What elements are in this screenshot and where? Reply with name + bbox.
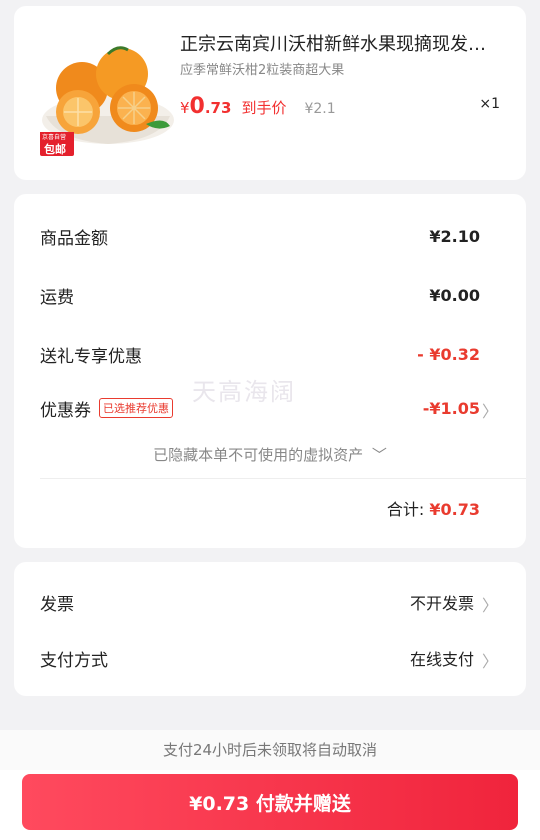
payment-method-value: 在线支付 (409, 650, 474, 669)
amount-card: 天高海阔 商品金额 ¥2.10 运费 ¥0.00 送礼专享优惠 - ¥0.32 … (14, 194, 526, 548)
image-badge-bottom: 包邮 (44, 143, 66, 156)
goods-amount-value: ¥2.10 (429, 226, 480, 246)
goods-amount-label: 商品金额 (40, 228, 108, 249)
gift-discount-row: 送礼专享优惠 - ¥0.32 (40, 340, 480, 368)
shipping-label: 运费 (40, 287, 74, 308)
goods-amount-row: 商品金额 ¥2.10 (40, 222, 480, 250)
coupon-value: -¥1.05 (422, 398, 480, 418)
pay-and-gift-button[interactable]: ¥0.73 付款并赠送 (22, 774, 518, 830)
price-decimal: .73 (204, 99, 232, 117)
quantity: ×1 (479, 96, 500, 112)
payment-chevron-right-icon[interactable]: 〉 (482, 648, 498, 672)
checkout-bar: 支付24小时后未领取将自动取消 ¥0.73 付款并赠送 (0, 730, 540, 840)
auto-cancel-notice: 支付24小时后未领取将自动取消 (0, 730, 540, 770)
product-card[interactable]: 京喜自营 包邮 正宗云南宾川沃柑新鲜水果现摘现发… 应季常鲜沃柑2粒装商超大果 … (14, 6, 526, 180)
shipping-value: ¥0.00 (429, 285, 480, 305)
final-price-label: 到手价 (241, 99, 287, 117)
invoice-value: 不开发票 (409, 594, 474, 613)
gift-discount-label: 送礼专享优惠 (40, 346, 142, 367)
product-spec: 应季常鲜沃柑2粒装商超大果 (180, 63, 345, 78)
coupon-label: 优惠券 (40, 400, 91, 421)
gift-discount-value: - ¥0.32 (417, 344, 480, 364)
order-total: 合计: ¥0.73 (387, 496, 480, 520)
payment-method-label: 支付方式 (40, 650, 108, 671)
coupon-row[interactable]: 优惠券 已选推荐优惠 -¥1.05 (40, 394, 480, 422)
total-label: 合计: (386, 500, 425, 519)
price-symbol: ¥ (180, 99, 190, 117)
total-value: ¥0.73 (429, 500, 480, 519)
original-price: ¥2.1 (304, 101, 336, 117)
payment-method-row[interactable]: 支付方式 在线支付 (40, 644, 474, 672)
image-badge-top: 京喜自营 (42, 134, 67, 141)
product-title[interactable]: 正宗云南宾川沃柑新鲜水果现摘现发… (180, 30, 500, 56)
coupon-badge: 已选推荐优惠 (99, 398, 173, 418)
product-image[interactable]: 京喜自营 包邮 (38, 20, 178, 160)
price-row: ¥ 0 .73 到手价 ¥2.1 (180, 94, 336, 119)
settings-card: 发票 不开发票 〉 支付方式 在线支付 〉 (14, 562, 526, 696)
hidden-assets-label: 已隐藏本单不可使用的虚拟资产 (153, 446, 364, 464)
price-integer: 0 (189, 94, 205, 119)
invoice-label: 发票 (40, 594, 74, 615)
chevron-down-icon: ﹀ (371, 446, 387, 464)
coupon-chevron-right-icon[interactable]: 〉 (482, 398, 498, 422)
invoice-row[interactable]: 发票 不开发票 (40, 588, 474, 616)
coupon-label-wrap: 优惠券 已选推荐优惠 (40, 396, 173, 421)
hidden-assets-toggle[interactable]: 已隐藏本单不可使用的虚拟资产 ﹀ (14, 444, 526, 465)
invoice-chevron-right-icon[interactable]: 〉 (482, 592, 498, 616)
shipping-row: 运费 ¥0.00 (40, 281, 480, 309)
divider (40, 478, 526, 479)
